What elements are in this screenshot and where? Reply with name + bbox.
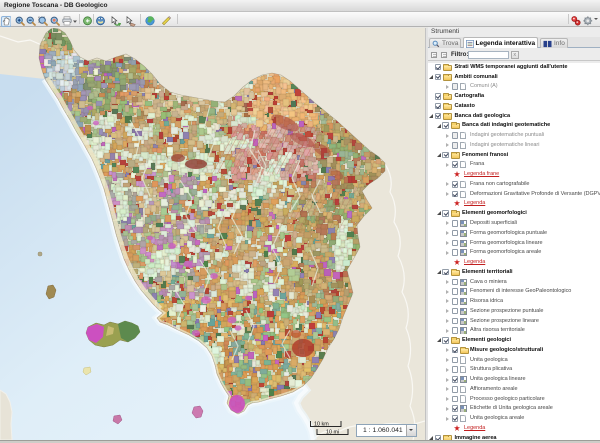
- svg-text:10 km: 10 km: [314, 422, 329, 428]
- svg-text:10 mi: 10 mi: [326, 430, 339, 436]
